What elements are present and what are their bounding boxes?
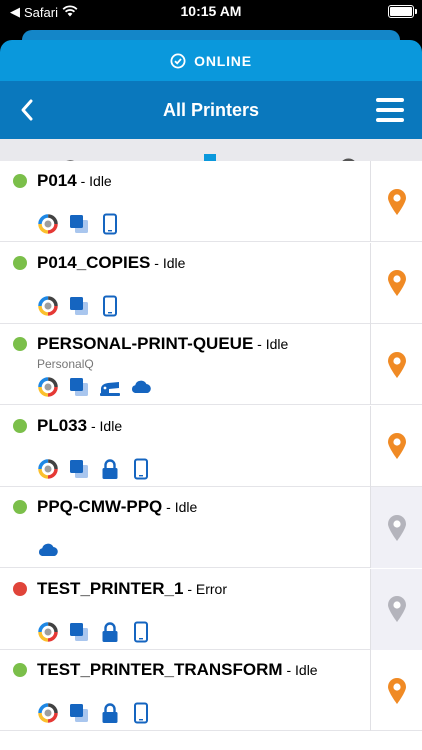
printer-title: PERSONAL-PRINT-QUEUE - Idle bbox=[37, 334, 288, 354]
map-pin-icon bbox=[387, 188, 406, 215]
printer-row-main[interactable]: P014_COPIES - Idle bbox=[0, 243, 370, 324]
printer-name: TEST_PRINTER_1 bbox=[37, 578, 184, 598]
lock-icon bbox=[99, 621, 121, 643]
lock-icon bbox=[99, 702, 121, 725]
printer-title: TEST_PRINTER_TRANSFORM - Idle bbox=[37, 660, 318, 680]
map-pin-icon bbox=[387, 433, 406, 459]
printer-title: PL033 - Idle bbox=[37, 416, 122, 436]
printer-name: P014_COPIES bbox=[37, 252, 151, 272]
printer-status: - Idle bbox=[162, 499, 198, 515]
copy-icon bbox=[68, 621, 90, 643]
location-button[interactable] bbox=[370, 161, 422, 242]
printer-row-main[interactable]: PL033 - Idle bbox=[0, 406, 370, 487]
printer-title: P014_COPIES - Idle bbox=[37, 253, 185, 273]
mobile-icon bbox=[99, 213, 121, 235]
location-button[interactable] bbox=[370, 568, 422, 650]
status-dot bbox=[13, 418, 27, 433]
location-button[interactable] bbox=[370, 324, 422, 405]
color-wheel-icon bbox=[37, 702, 59, 724]
status-dot bbox=[13, 174, 27, 188]
printer-row-main[interactable]: PERSONAL-PRINT-QUEUE - Idle PersonalQ bbox=[0, 324, 370, 405]
map-pin-icon bbox=[387, 351, 406, 378]
printer-row[interactable]: TEST_PRINTER_TRANSFORM - Idle bbox=[0, 650, 422, 731]
color-wheel-icon bbox=[37, 213, 59, 235]
printer-name: PERSONAL-PRINT-QUEUE bbox=[37, 334, 254, 353]
printer-name: TEST_PRINTER_TRANSFORM bbox=[37, 660, 283, 679]
location-button[interactable] bbox=[370, 242, 422, 324]
cloud-icon bbox=[130, 376, 152, 398]
location-button[interactable] bbox=[370, 487, 422, 568]
status-bar: ◀ Safari 10:15 AM bbox=[0, 0, 422, 26]
status-dot bbox=[13, 663, 27, 677]
clock: 10:15 AM bbox=[180, 3, 242, 19]
copy-icon bbox=[68, 458, 90, 480]
capability-icons bbox=[37, 539, 59, 561]
printer-list: P014 - Idle P014_COPIES - Idle PERSONAL-PR… bbox=[0, 161, 422, 750]
status-dot bbox=[13, 500, 27, 514]
printer-status: - Error bbox=[183, 580, 227, 597]
copy-icon bbox=[68, 702, 90, 724]
printer-title: P014 - Idle bbox=[37, 171, 112, 191]
printer-subtitle: PersonalQ bbox=[37, 357, 94, 371]
map-pin-icon bbox=[387, 677, 406, 704]
mobile-icon bbox=[130, 702, 152, 724]
printer-row[interactable]: TEST_PRINTER_1 - Error bbox=[0, 568, 422, 650]
map-pin-icon bbox=[387, 514, 406, 541]
mobile-icon bbox=[130, 621, 152, 643]
printer-name: PL033 bbox=[37, 415, 88, 435]
mobile-icon bbox=[130, 458, 152, 480]
printer-status: - Idle bbox=[150, 254, 186, 271]
color-wheel-icon bbox=[37, 295, 59, 317]
printer-row[interactable]: P014_COPIES - Idle bbox=[0, 242, 422, 324]
color-wheel-icon bbox=[37, 458, 59, 480]
printer-status: - Idle bbox=[253, 336, 289, 352]
printer-row-main[interactable]: PPQ-CMW-PPQ - Idle bbox=[0, 487, 370, 568]
map-pin-icon bbox=[387, 270, 406, 296]
printer-row[interactable]: P014 - Idle bbox=[0, 161, 422, 242]
printer-row-main[interactable]: P014 - Idle bbox=[0, 161, 370, 242]
printer-status: - Idle bbox=[87, 417, 123, 434]
color-wheel-icon bbox=[37, 621, 59, 643]
mobile-icon bbox=[99, 295, 121, 317]
printer-name: P014 bbox=[37, 171, 77, 190]
capability-icons bbox=[37, 458, 152, 480]
connection-status: ONLINE bbox=[194, 52, 252, 69]
capability-icons bbox=[37, 621, 152, 643]
printer-row[interactable]: PL033 - Idle bbox=[0, 405, 422, 487]
copy-icon bbox=[68, 213, 90, 235]
cloud-icon bbox=[37, 539, 59, 561]
printer-name: PPQ-CMW-PPQ bbox=[37, 497, 163, 516]
color-wheel-icon bbox=[37, 376, 59, 398]
status-dot bbox=[13, 255, 27, 270]
capability-icons bbox=[37, 295, 121, 317]
printer-title: TEST_PRINTER_1 - Error bbox=[37, 579, 227, 599]
printer-row-main[interactable]: TEST_PRINTER_1 - Error bbox=[0, 569, 370, 650]
status-dot bbox=[13, 581, 27, 596]
check-circle-icon bbox=[170, 53, 186, 68]
status-dot bbox=[13, 337, 27, 351]
printer-row[interactable]: PPQ-CMW-PPQ - Idle bbox=[0, 487, 422, 568]
nav-bar: All Printers bbox=[0, 81, 422, 139]
printer-title: PPQ-CMW-PPQ - Idle bbox=[37, 497, 197, 517]
hamburger-icon bbox=[376, 98, 404, 102]
battery-icon bbox=[388, 5, 417, 18]
printer-row[interactable]: PERSONAL-PRINT-QUEUE - Idle PersonalQ bbox=[0, 324, 422, 405]
capability-icons bbox=[37, 376, 152, 398]
menu-button[interactable] bbox=[376, 98, 404, 122]
copy-icon bbox=[68, 376, 90, 398]
lock-icon bbox=[99, 458, 121, 480]
map-pin-icon bbox=[387, 596, 406, 622]
capability-icons bbox=[37, 213, 121, 235]
location-button[interactable] bbox=[370, 405, 422, 487]
connection-banner: ONLINE bbox=[0, 40, 422, 81]
location-button[interactable] bbox=[370, 650, 422, 731]
printer-status: - Idle bbox=[76, 173, 112, 189]
printer-status: - Idle bbox=[282, 662, 318, 678]
copy-icon bbox=[68, 295, 90, 317]
stapler-icon bbox=[99, 376, 121, 398]
capability-icons bbox=[37, 702, 152, 725]
page-title: All Printers bbox=[162, 100, 260, 120]
printer-row-main[interactable]: TEST_PRINTER_TRANSFORM - Idle bbox=[0, 650, 370, 731]
